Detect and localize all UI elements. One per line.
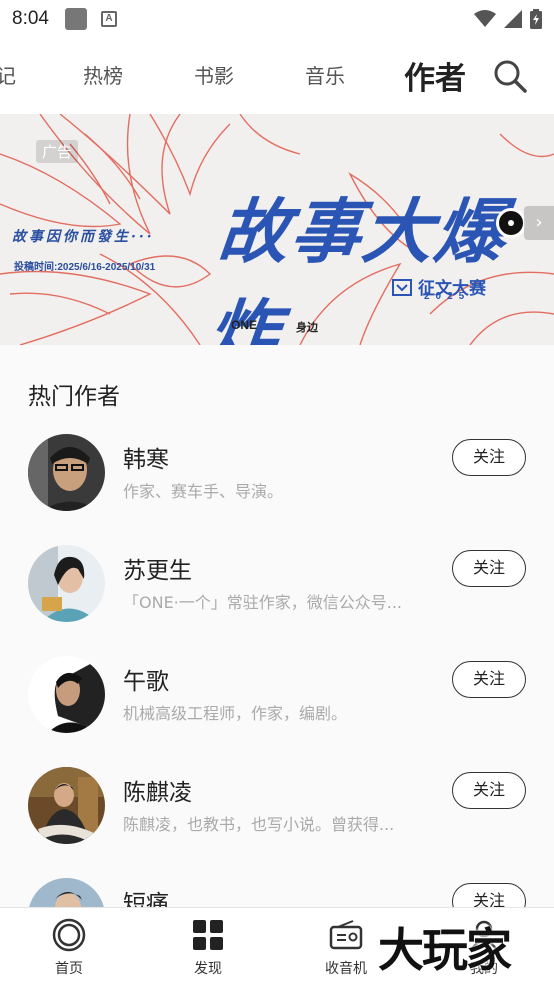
notification-a-icon: A [100,11,117,27]
nav-home-label: 首页 [55,961,83,977]
search-icon[interactable] [492,58,528,94]
status-icons [474,9,542,29]
category-tab-bar: 记 热榜 书影 音乐 作者 [0,38,554,114]
author-desc: 陈麒凌，也教书，也写小说。曾获得... [123,815,395,834]
home-circle-icon [52,918,86,952]
battery-icon [530,9,542,29]
avatar[interactable] [28,434,105,511]
follow-button[interactable]: 关注 [452,550,526,587]
radio-icon [329,920,363,950]
author-name: 韩寒 [123,447,169,473]
follow-button[interactable]: 关注 [452,772,526,809]
tab-music[interactable]: 音乐 [305,60,345,89]
avatar[interactable] [28,545,105,622]
status-bar: 8:04 A [0,0,554,38]
banner-date: 投稿时间:2025/6/16-2025/10/31 [14,262,156,273]
author-name: 短痛 [123,891,169,907]
banner-slogan: 故事因你而發生··· [12,229,155,245]
avatar[interactable] [28,767,105,844]
author-row[interactable]: 短痛 关注 [0,878,554,907]
author-desc: 作家、赛车手、导演。 [123,482,284,501]
watermark: 大玩家 [378,923,512,977]
nav-discover-label: 发现 [194,961,222,977]
grid-icon [193,920,223,950]
banner-year: 2025 [424,291,471,302]
banner-arrow-icon[interactable]: › [524,206,554,240]
tab-diary[interactable]: 记 [0,60,16,89]
notification-square-icon [64,8,87,30]
author-name: 陈麒凌 [123,780,192,806]
author-name: 苏更生 [123,558,192,584]
status-time: 8:04 [12,8,49,29]
author-row[interactable]: 苏更生 「ONE·一个」常驻作家，微信公众号... 关注 [0,545,554,656]
ad-banner[interactable]: 广告 故事因你而發生··· 投稿时间:2025/6/16-2025/10/31 … [0,114,554,345]
hot-authors-section: 热门作者 韩寒 作家、赛车手、导演。 关注 苏更生 「ONE·一个」常驻作家，微… [0,345,554,907]
section-title: 热门作者 [28,384,120,410]
tab-books-films[interactable]: 书影 [194,60,234,89]
signal-icon [504,10,522,28]
author-row[interactable]: 陈麒凌 陈麒凌，也教书，也写小说。曾获得... 关注 [0,767,554,878]
nav-radio-label: 收音机 [325,961,367,977]
tab-hot-list[interactable]: 热榜 [83,60,123,89]
wifi-icon [474,10,496,27]
nav-radio[interactable]: 收音机 [306,918,386,978]
author-row[interactable]: 韩寒 作家、赛车手、导演。 关注 [0,434,554,545]
follow-button[interactable]: 关注 [452,883,526,907]
avatar[interactable] [28,656,105,733]
contest-logo-icon [392,278,412,296]
banner-record-dot-icon [496,208,526,238]
ad-label: 广告 [36,140,79,163]
tab-authors[interactable]: 作者 [404,53,466,98]
one-logo: ONE [231,318,258,332]
nav-discover[interactable]: 发现 [168,918,248,978]
author-row[interactable]: 午歌 机械高级工程师，作家，编剧。 关注 [0,656,554,767]
author-name: 午歌 [123,669,169,695]
shenbian-logo: 身边 [296,321,318,334]
follow-button[interactable]: 关注 [452,661,526,698]
author-desc: 「ONE·一个」常驻作家，微信公众号... [123,593,403,612]
follow-button[interactable]: 关注 [452,439,526,476]
nav-home[interactable]: 首页 [29,918,109,978]
author-desc: 机械高级工程师，作家，编剧。 [123,704,348,723]
avatar[interactable] [28,878,105,907]
